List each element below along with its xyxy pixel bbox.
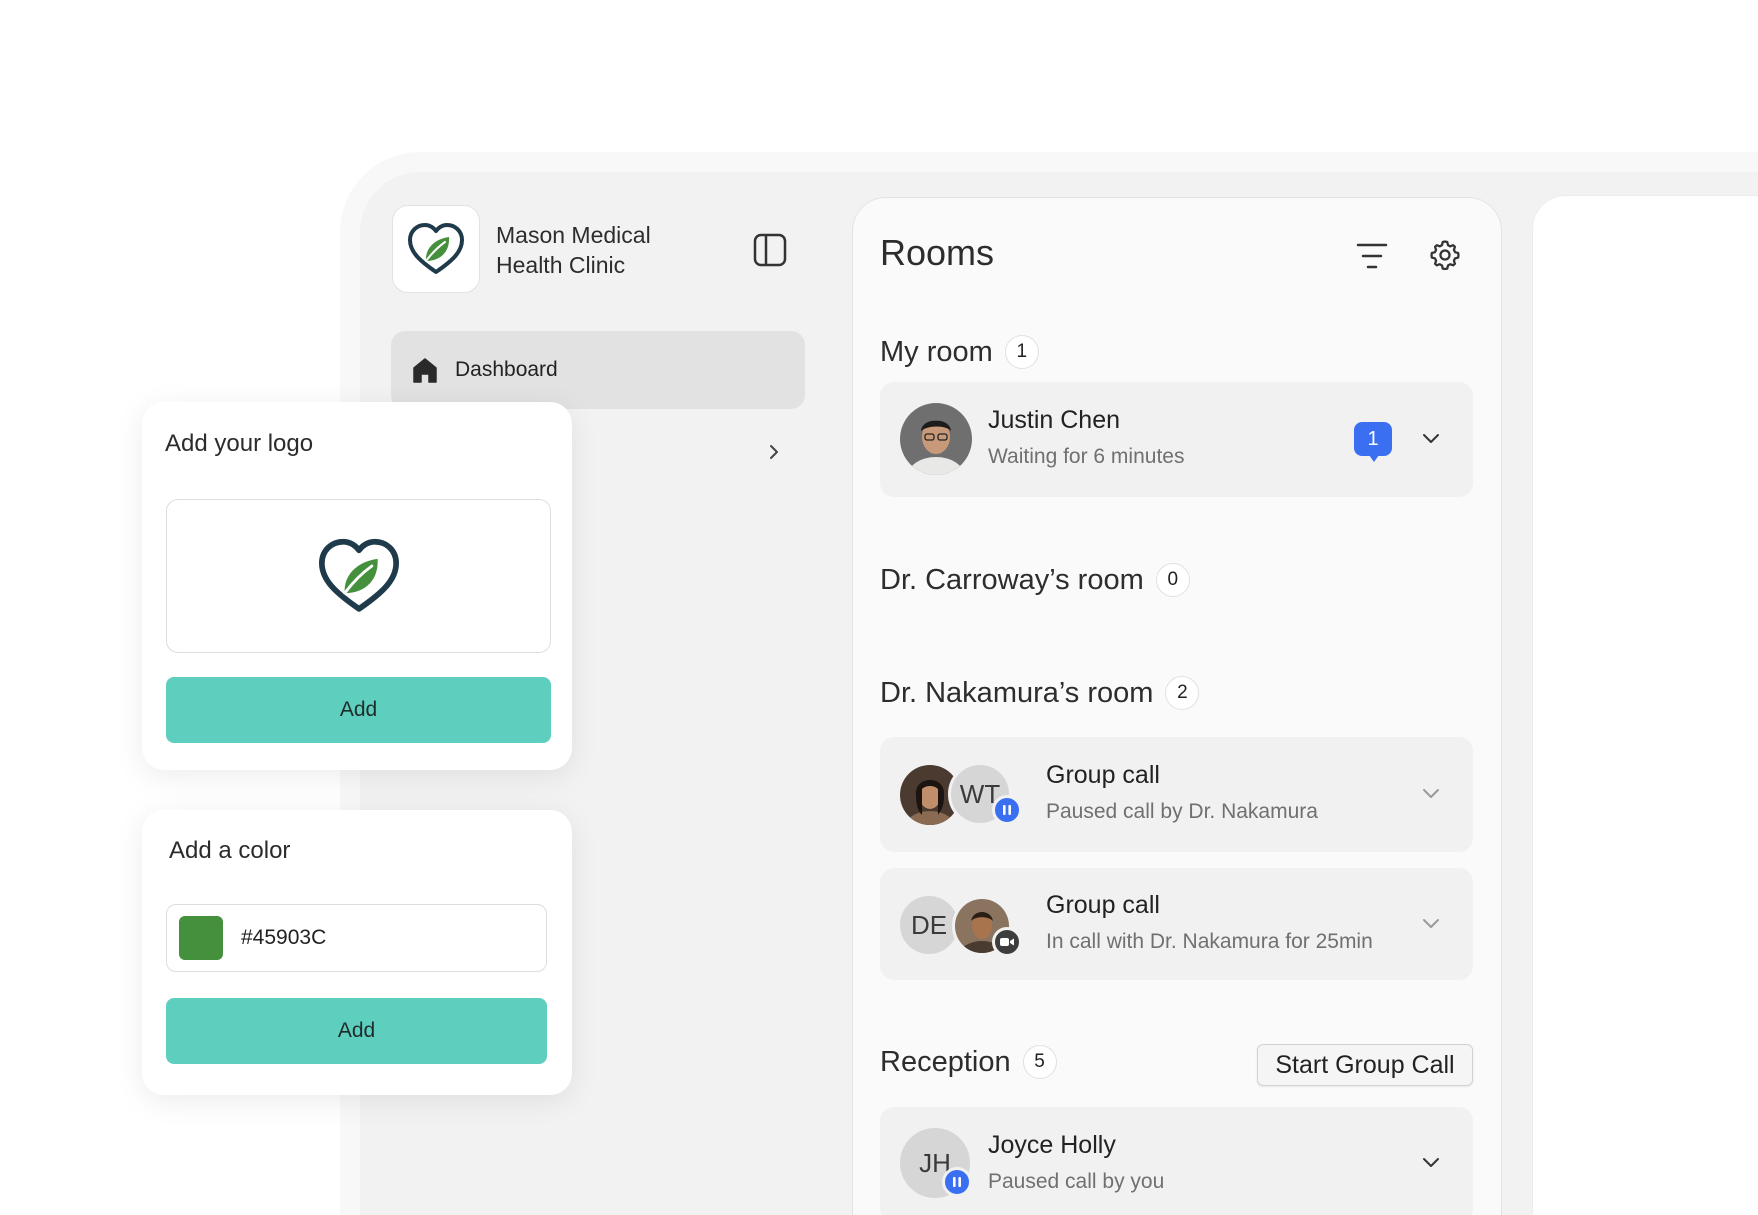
expand-chevron[interactable] [1418, 911, 1444, 937]
filter-icon [1356, 243, 1388, 269]
chevron-down-icon [1423, 434, 1439, 443]
start-group-call-button[interactable]: Start Group Call [1257, 1044, 1473, 1086]
card-name: Joyce Holly [988, 1131, 1116, 1159]
avatar-justin-chen [900, 403, 972, 475]
card-status: Paused call by Dr. Nakamura [1046, 800, 1318, 823]
video-camera-icon [1000, 938, 1014, 946]
rooms-title: Rooms [880, 232, 995, 273]
gear-icon [1430, 240, 1460, 271]
nav-expand-chevron[interactable] [762, 440, 786, 464]
sidebar-panel-icon [753, 233, 787, 267]
heart-leaf-icon [318, 538, 399, 612]
card-name: Justin Chen [988, 406, 1121, 434]
add-color-card: Add a color Add [142, 810, 572, 1095]
card-status: Waiting for 6 minutes [988, 445, 1185, 468]
room-card-group-call-active[interactable]: DE Group call In call with Dr. Nakamura … [880, 868, 1473, 980]
add-color-title: Add a color [169, 837, 291, 864]
room-card-joyce-holly[interactable]: JH Joyce Holly Paused call by you [880, 1107, 1473, 1215]
color-hex-input[interactable] [241, 926, 521, 950]
section-title: Reception [880, 1045, 1011, 1078]
add-logo-card: Add your logo Add [142, 402, 572, 770]
details-panel [1532, 195, 1758, 1215]
room-card-justin-chen[interactable]: Justin Chen Waiting for 6 minutes 1 [880, 382, 1473, 497]
add-color-button[interactable]: Add [166, 998, 547, 1064]
section-count-badge: 2 [1165, 676, 1200, 710]
settings-button[interactable] [1426, 236, 1464, 274]
section-reception: Reception 5 [880, 1045, 1057, 1079]
expand-chevron[interactable] [1418, 1150, 1444, 1176]
filter-button[interactable] [1354, 238, 1390, 274]
section-title: Dr. Carroway’s room [880, 563, 1144, 596]
message-count-badge[interactable]: 1 [1354, 422, 1392, 462]
in-call-status [992, 927, 1022, 957]
sidebar-toggle-button[interactable] [752, 232, 788, 268]
home-icon [413, 358, 437, 383]
chevron-down-icon [1423, 1158, 1439, 1167]
section-count-badge: 5 [1022, 1045, 1057, 1079]
chevron-down-icon [1423, 789, 1439, 798]
paused-status [942, 1167, 972, 1197]
nav-item-dashboard[interactable]: Dashboard [391, 331, 805, 409]
section-title: My room [880, 335, 993, 368]
clinic-logo [392, 205, 480, 293]
section-title: Dr. Nakamura’s room [880, 676, 1154, 709]
pause-icon [953, 1177, 961, 1187]
heart-leaf-icon [408, 223, 464, 274]
card-name: Group call [1046, 891, 1160, 919]
section-dr-nakamura-room: Dr. Nakamura’s room 2 [880, 676, 1200, 710]
color-swatch[interactable] [179, 916, 223, 960]
expand-chevron[interactable] [1418, 781, 1444, 807]
section-count-badge: 1 [1004, 335, 1039, 369]
nav-item-label: Dashboard [455, 358, 558, 381]
section-count-badge: 0 [1155, 563, 1190, 597]
add-logo-title: Add your logo [165, 430, 314, 457]
clinic-name: Mason Medical Health Clinic [496, 222, 651, 278]
logo-dropzone[interactable] [166, 499, 551, 653]
chevron-right-icon [770, 445, 778, 459]
section-my-room: My room 1 [880, 335, 1039, 369]
chevron-down-icon [1423, 919, 1439, 928]
section-dr-carroway-room: Dr. Carroway’s room 0 [880, 563, 1190, 597]
color-field[interactable] [166, 904, 547, 972]
card-name: Group call [1046, 761, 1160, 789]
pause-icon [1003, 805, 1011, 815]
add-logo-button[interactable]: Add [166, 677, 551, 743]
paused-status [992, 795, 1022, 825]
expand-chevron[interactable] [1418, 426, 1444, 452]
card-status: Paused call by you [988, 1170, 1165, 1193]
card-status: In call with Dr. Nakamura for 25min [1046, 930, 1373, 953]
room-card-group-call-paused[interactable]: WT Group call Paused call by Dr. Nakamur… [880, 737, 1473, 852]
